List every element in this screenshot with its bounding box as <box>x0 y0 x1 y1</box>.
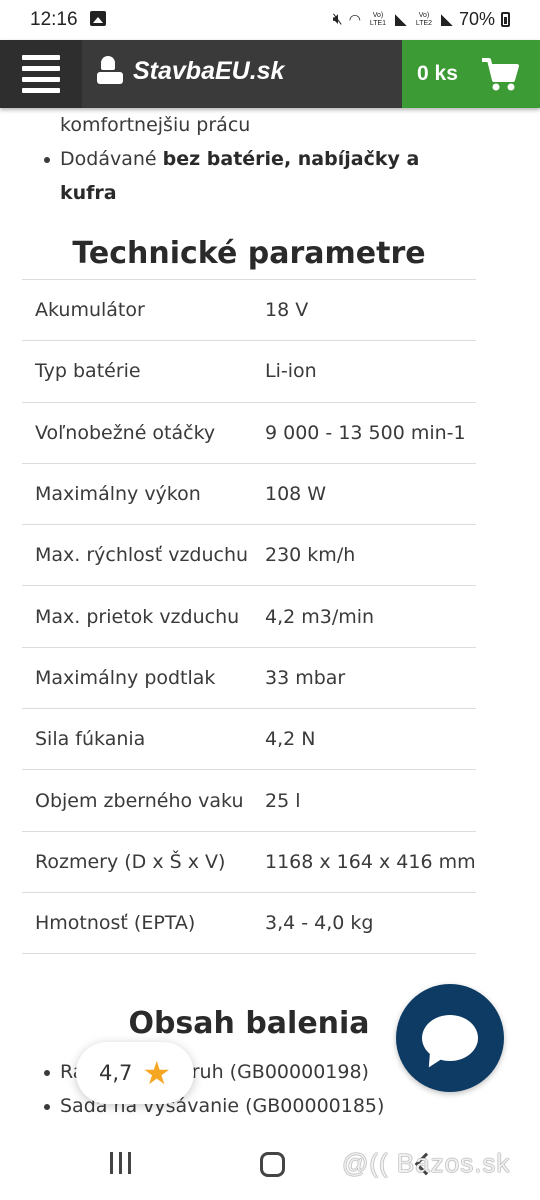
param-name: Max. prietok vzduchu <box>22 585 265 648</box>
param-name: Maximálny podtlak <box>22 646 265 709</box>
param-value: 4,2 N <box>265 708 476 770</box>
recent-apps-icon-bar <box>119 1152 122 1174</box>
star-icon: ★ <box>142 1054 172 1092</box>
param-name: Maximálny výkon <box>22 462 265 525</box>
param-name: Typ batérie <box>22 340 265 403</box>
param-value: 4,2 m3/min <box>265 585 476 648</box>
cart-button[interactable]: 0 ks <box>402 40 540 108</box>
status-bar: 12:16 🔇︎ ◠ Vo) LTE1 Vo) LTE2 70% <box>0 0 540 40</box>
watermark: @(( Bazos.sk <box>342 1148 511 1178</box>
cart-count: 0 ks <box>417 62 458 85</box>
wifi-icon: ◠ <box>348 11 361 27</box>
table-row: Rozmery (D x Š x V) 1168 x 164 x 416 mm <box>22 830 476 893</box>
hamburger-icon <box>22 55 60 60</box>
param-name: Max. rýchlosť vzduchu <box>22 524 265 586</box>
product-description: komfortnejšiu prácu Dodávané bez batérie… <box>22 108 476 1157</box>
intro-bullets: komfortnejšiu prácu Dodávané bez batérie… <box>22 108 476 210</box>
chat-button[interactable] <box>396 984 504 1092</box>
param-value: 25 l <box>265 769 476 832</box>
battery-percent: 70% <box>458 9 495 29</box>
param-name: Sila fúkania <box>22 708 265 770</box>
rating-value: 4,7 <box>98 1061 133 1085</box>
list-item: komfortnejšiu prácu <box>22 108 476 142</box>
table-row: Objem zberného vaku 25 l <box>22 769 476 832</box>
table-row: Maximálny podtlak 33 mbar <box>22 646 476 709</box>
rating-badge[interactable]: 4,7 ★ <box>76 1042 194 1104</box>
param-name: Voľnobežné otáčky <box>22 401 265 464</box>
signal-2-icon <box>440 13 453 26</box>
table-row: Maximálny výkon 108 W <box>22 462 476 525</box>
table-row: Max. rýchlosť vzduchu 230 km/h <box>22 524 476 586</box>
menu-button[interactable] <box>0 40 82 108</box>
table-row: Max. prietok vzduchu 4,2 m3/min <box>22 585 476 648</box>
status-time: 12:16 <box>30 9 78 30</box>
param-value: 33 mbar <box>265 646 476 709</box>
recent-apps-icon-bar <box>128 1152 131 1174</box>
param-value: 230 km/h <box>265 524 476 586</box>
tech-params-heading: Technické parametre <box>72 236 426 271</box>
param-name: Rozmery (D x Š x V) <box>22 830 265 893</box>
param-name: Objem zberného vaku <box>22 769 265 832</box>
table-row: Voľnobežné otáčky 9 000 - 13 500 min-1 <box>22 401 476 464</box>
hamburger-line <box>22 88 60 93</box>
mute-icon: 🔇︎ <box>332 10 343 28</box>
recent-apps-icon <box>110 1152 113 1174</box>
param-value: Li-ion <box>265 340 476 403</box>
param-name: Akumulátor <box>22 278 265 341</box>
logo-icon <box>97 56 125 86</box>
site-logo[interactable]: StavbaEU.sk <box>97 56 284 86</box>
table-row: Sila fúkania 4,2 N <box>22 708 476 770</box>
table-row: Hmotnosť (EPTA) 3,4 - 4,0 kg <box>22 891 476 955</box>
table-row: Typ batérie Li-ion <box>22 340 476 403</box>
param-value: 9 000 - 13 500 min-1 <box>265 401 476 464</box>
sim2-label: Vo) LTE2 <box>415 11 433 27</box>
battery-icon <box>501 12 510 27</box>
sim1-label: Vo) LTE1 <box>369 11 387 27</box>
hamburger-line <box>22 77 60 82</box>
home-button[interactable] <box>260 1152 285 1177</box>
site-header: StavbaEU.sk 0 ks <box>0 40 540 108</box>
recent-apps-button[interactable] <box>110 1152 131 1174</box>
gallery-notification-icon <box>90 11 106 26</box>
param-name: Hmotnosť (EPTA) <box>22 891 265 955</box>
chat-bubble-icon <box>422 1015 478 1061</box>
logo-text: StavbaEU.sk <box>133 56 285 85</box>
cart-icon <box>481 58 519 91</box>
param-value: 108 W <box>265 462 476 525</box>
param-value: 18 V <box>265 278 476 341</box>
table-row: Akumulátor 18 V <box>22 278 476 341</box>
signal-1-icon <box>394 13 407 26</box>
tech-params-table: Akumulátor 18 V Typ batérie Li-ion Voľnobežn… <box>22 278 476 955</box>
param-value: 3,4 - 4,0 kg <box>265 891 476 955</box>
status-icons: 🔇︎ ◠ Vo) LTE1 Vo) LTE2 70% <box>333 9 510 30</box>
param-value: 1168 x 164 x 416 mm <box>265 830 476 893</box>
bullet-text: komfortnejšiu prácu <box>60 114 251 136</box>
list-item: Dodávané bez batérie, nabíjačky a kufra <box>22 142 476 210</box>
bullet-text: Dodávané <box>60 148 163 170</box>
hamburger-line <box>22 66 60 71</box>
